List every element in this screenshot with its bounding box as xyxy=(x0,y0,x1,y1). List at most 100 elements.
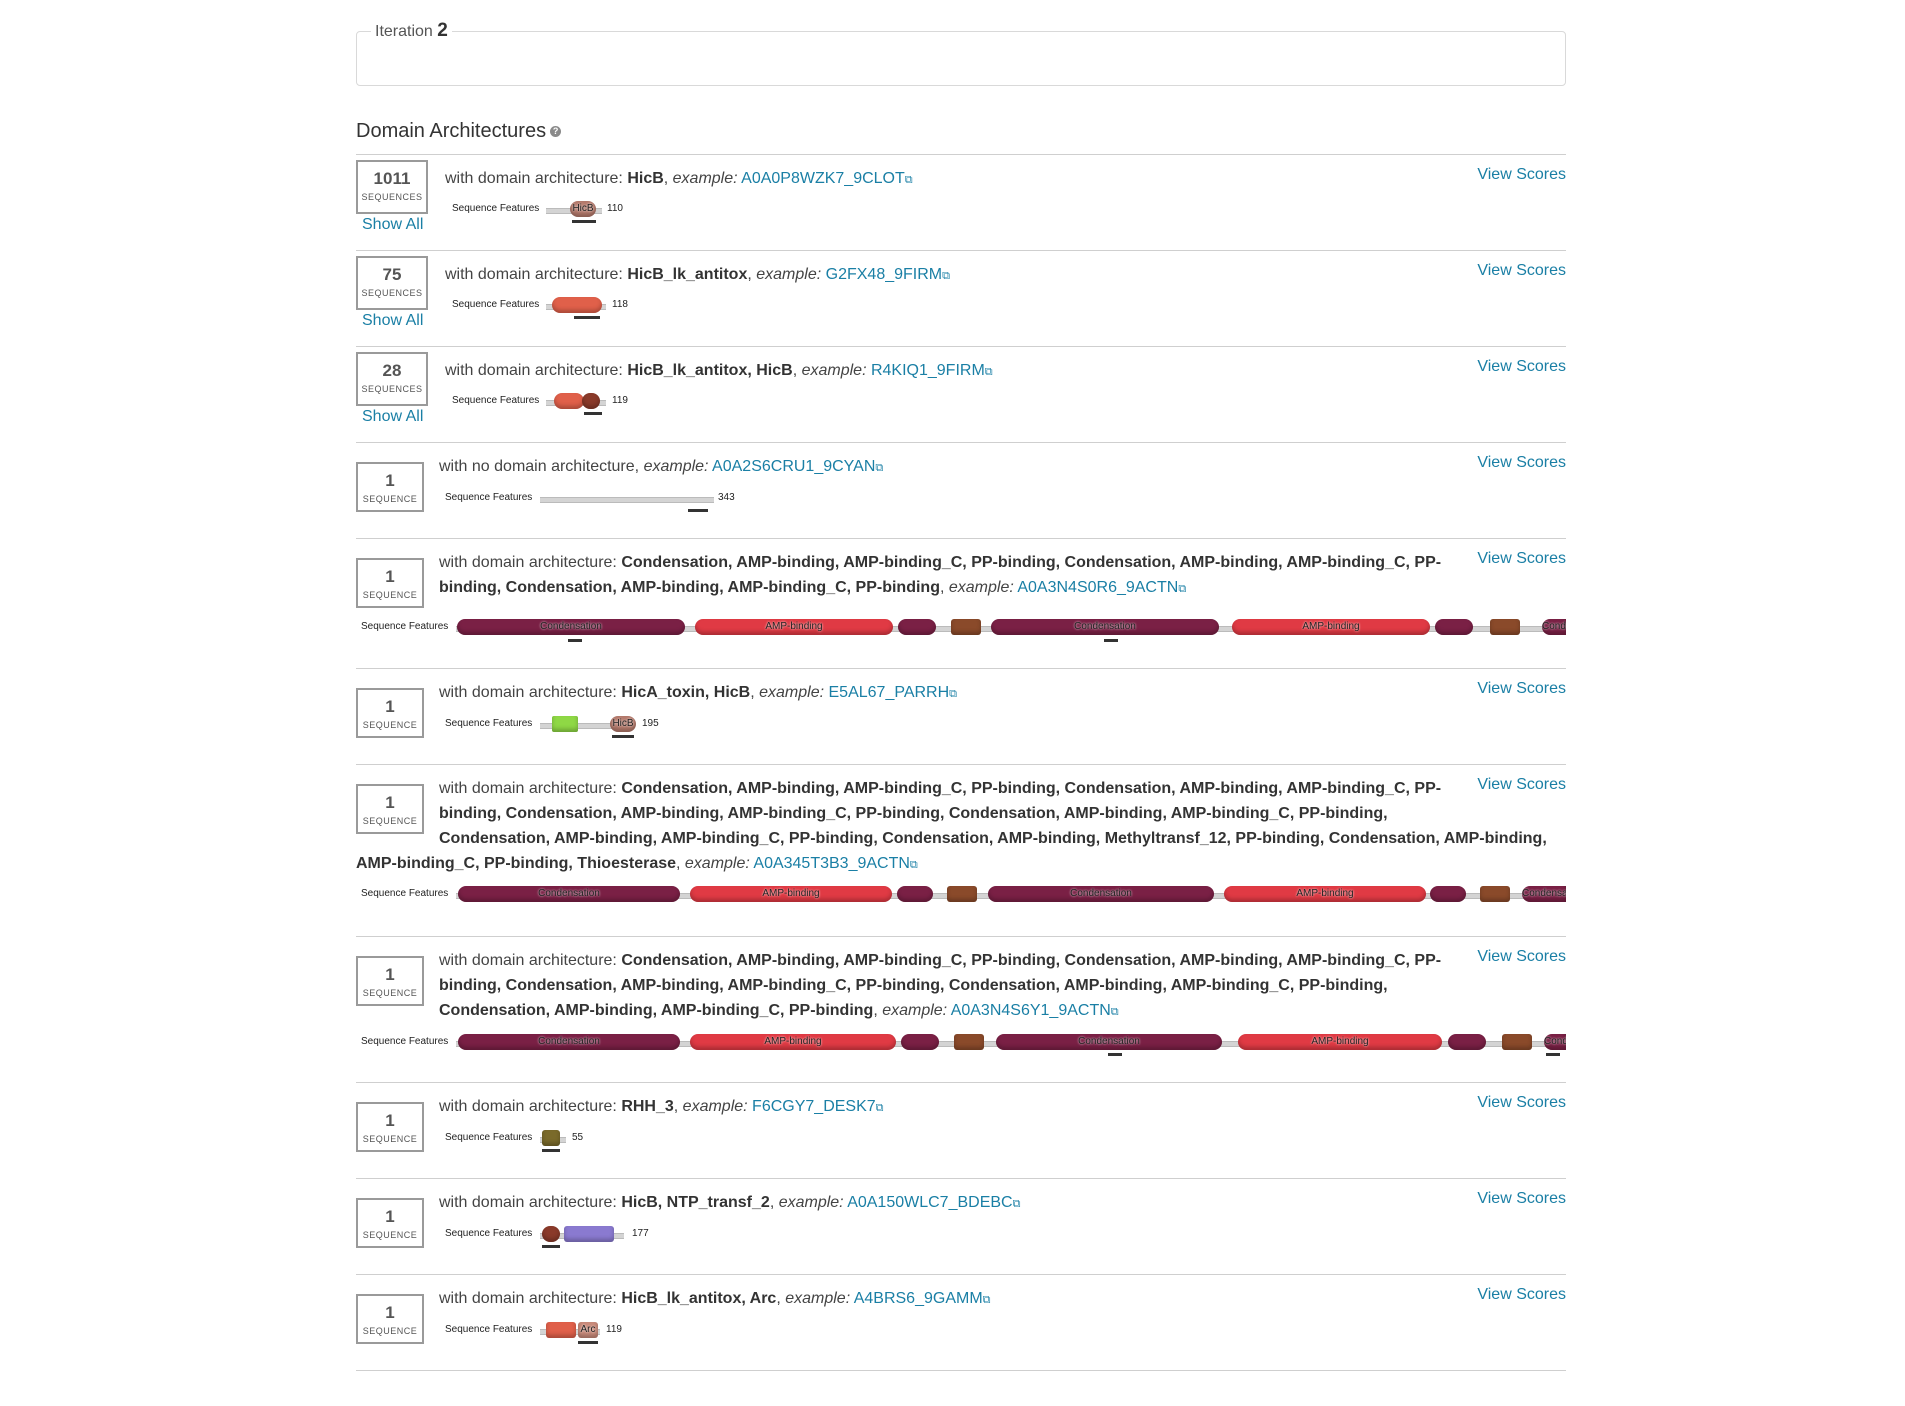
domain-pp-binding[interactable] xyxy=(1502,1034,1532,1050)
domain-condensation[interactable]: Condensation xyxy=(1544,1034,1566,1050)
example-link[interactable]: R4KIQ1_9FIRM xyxy=(871,362,985,379)
domain-amp-binding-c[interactable] xyxy=(901,1034,939,1050)
help-icon[interactable]: ? xyxy=(550,126,562,138)
domain-condensation[interactable]: Condensation xyxy=(991,619,1219,635)
domain-hicb[interactable]: HicB xyxy=(610,716,636,732)
domain-hicb[interactable] xyxy=(582,393,600,409)
feature-mark xyxy=(612,735,634,738)
domain-condensation[interactable]: Condensation xyxy=(458,1034,680,1050)
view-scores-link[interactable]: View Scores xyxy=(1477,776,1566,794)
example-link[interactable]: A0A2S6CRU1_9CYAN xyxy=(712,458,875,475)
sequence-count-box[interactable]: 1 SEQUENCE xyxy=(356,956,424,1006)
domain-condensation[interactable]: Condensation xyxy=(1542,619,1566,635)
external-link-icon: ⧉ xyxy=(982,1294,991,1306)
domain-amp-binding-c[interactable] xyxy=(897,886,933,902)
feature-mark xyxy=(578,1341,598,1344)
domain-amp-binding[interactable]: AMP-binding xyxy=(1224,886,1426,902)
domain-condensation[interactable]: Condensation xyxy=(988,886,1214,902)
show-all-link[interactable]: Show All xyxy=(362,312,423,330)
domain-hicb[interactable]: HicB xyxy=(570,201,596,217)
domain-rhh-3[interactable] xyxy=(542,1130,560,1146)
domain-pp-binding[interactable] xyxy=(1490,619,1520,635)
feature-mark xyxy=(542,1149,560,1152)
sequence-length: 177 xyxy=(632,1228,649,1239)
example-link[interactable]: E5AL67_PARRH xyxy=(829,684,950,701)
sequence-features-label: Sequence Features xyxy=(445,1228,533,1239)
view-scores-link[interactable]: View Scores xyxy=(1477,948,1566,966)
domain-amp-binding[interactable]: AMP-binding xyxy=(690,886,892,902)
domain-ntp-transf-2[interactable] xyxy=(564,1226,614,1242)
sequence-features-label: Sequence Features xyxy=(361,621,449,632)
feature-mark xyxy=(542,1245,560,1248)
arch-description-tail: AMP-binding_C, PP-binding, Thioesterase,… xyxy=(356,855,918,872)
sequence-count-box[interactable]: 28 SEQUENCES xyxy=(356,352,428,406)
sequence-count-box[interactable]: 75 SEQUENCES xyxy=(356,256,428,310)
show-all-link[interactable]: Show All xyxy=(362,408,423,426)
domain-hicb-lk-antitox[interactable] xyxy=(546,1322,576,1338)
view-scores-link[interactable]: View Scores xyxy=(1477,1094,1566,1112)
view-scores-link[interactable]: View Scores xyxy=(1477,1190,1566,1208)
domain-amp-binding-c[interactable] xyxy=(898,619,936,635)
view-scores-link[interactable]: View Scores xyxy=(1477,550,1566,568)
sequence-length: 119 xyxy=(606,1324,622,1335)
domain-amp-binding[interactable]: AMP-binding xyxy=(690,1034,896,1050)
arch-description: with domain architecture: HicB_lk_antito… xyxy=(445,362,993,379)
arch-description: with domain architecture: HicB_lk_antito… xyxy=(445,266,950,283)
sequence-length: 195 xyxy=(642,718,659,729)
view-scores-link[interactable]: View Scores xyxy=(1477,166,1566,184)
domain-amp-binding[interactable]: AMP-binding xyxy=(1232,619,1430,635)
domain-hicb-lk-antitox[interactable] xyxy=(552,297,602,313)
example-link[interactable]: A4BRS6_9GAMM xyxy=(854,1290,983,1307)
domain-hicb-lk-antitox[interactable] xyxy=(554,393,584,409)
divider xyxy=(356,1082,1566,1083)
domain-condensation[interactable]: Condensation xyxy=(1522,886,1566,902)
section-title: Domain Architectures? xyxy=(356,120,562,143)
domain-amp-binding[interactable]: AMP-binding xyxy=(1238,1034,1442,1050)
example-link[interactable]: A0A345T3B3_9ACTN xyxy=(753,855,910,872)
divider xyxy=(356,764,1566,765)
sequence-length: 343 xyxy=(718,492,735,503)
example-link[interactable]: A0A3N4S0R6_9ACTN xyxy=(1017,579,1178,596)
arch-description: with domain architecture: HicA_toxin, Hi… xyxy=(439,684,958,701)
divider xyxy=(356,346,1566,347)
domain-hica-toxin[interactable] xyxy=(552,716,578,732)
example-link[interactable]: G2FX48_9FIRM xyxy=(826,266,942,283)
domain-hicb[interactable] xyxy=(542,1226,560,1242)
domain-amp-binding[interactable]: AMP-binding xyxy=(695,619,893,635)
sequence-count-box[interactable]: 1011 SEQUENCES xyxy=(356,160,428,214)
example-link[interactable]: A0A3N4S6Y1_9ACTN xyxy=(951,1002,1111,1019)
domain-pp-binding[interactable] xyxy=(1480,886,1510,902)
sequence-length: 55 xyxy=(572,1132,584,1143)
sequence-count-box[interactable]: 1 SEQUENCE xyxy=(356,558,424,608)
domain-condensation[interactable]: Condensation xyxy=(458,886,680,902)
arch-description: with domain architecture: Condensation, … xyxy=(439,554,1442,596)
view-scores-link[interactable]: View Scores xyxy=(1477,680,1566,698)
example-link[interactable]: F6CGY7_DESK7 xyxy=(752,1098,876,1115)
domain-pp-binding[interactable] xyxy=(951,619,981,635)
sequence-count-box[interactable]: 1 SEQUENCE xyxy=(356,1198,424,1248)
sequence-count-box[interactable]: 1 SEQUENCE xyxy=(356,784,424,834)
sequence-features-label: Sequence Features xyxy=(361,888,449,899)
domain-amp-binding-c[interactable] xyxy=(1430,886,1466,902)
example-link[interactable]: A0A150WLC7_BDEBC xyxy=(847,1194,1012,1211)
sequence-count-box[interactable]: 1 SEQUENCE xyxy=(356,688,424,738)
iteration-number: 2 xyxy=(437,20,448,41)
show-all-link[interactable]: Show All xyxy=(362,216,423,234)
domain-pp-binding[interactable] xyxy=(954,1034,984,1050)
sequence-count-box[interactable]: 1 SEQUENCE xyxy=(356,1102,424,1152)
sequence-count-box[interactable]: 1 SEQUENCE xyxy=(356,462,424,512)
external-link-icon: ⧉ xyxy=(909,859,918,871)
example-link[interactable]: A0A0P8WZK7_9CLOT xyxy=(741,170,905,187)
sequence-bar xyxy=(540,497,714,503)
domain-amp-binding-c[interactable] xyxy=(1448,1034,1486,1050)
view-scores-link[interactable]: View Scores xyxy=(1477,262,1566,280)
view-scores-link[interactable]: View Scores xyxy=(1477,1286,1566,1304)
view-scores-link[interactable]: View Scores xyxy=(1477,454,1566,472)
domain-condensation[interactable]: Condensation xyxy=(996,1034,1222,1050)
domain-arc[interactable]: Arc xyxy=(578,1322,598,1338)
sequence-count-box[interactable]: 1 SEQUENCE xyxy=(356,1294,424,1344)
domain-amp-binding-c[interactable] xyxy=(1435,619,1473,635)
view-scores-link[interactable]: View Scores xyxy=(1477,358,1566,376)
domain-pp-binding[interactable] xyxy=(947,886,977,902)
domain-condensation[interactable]: Condensation xyxy=(457,619,685,635)
